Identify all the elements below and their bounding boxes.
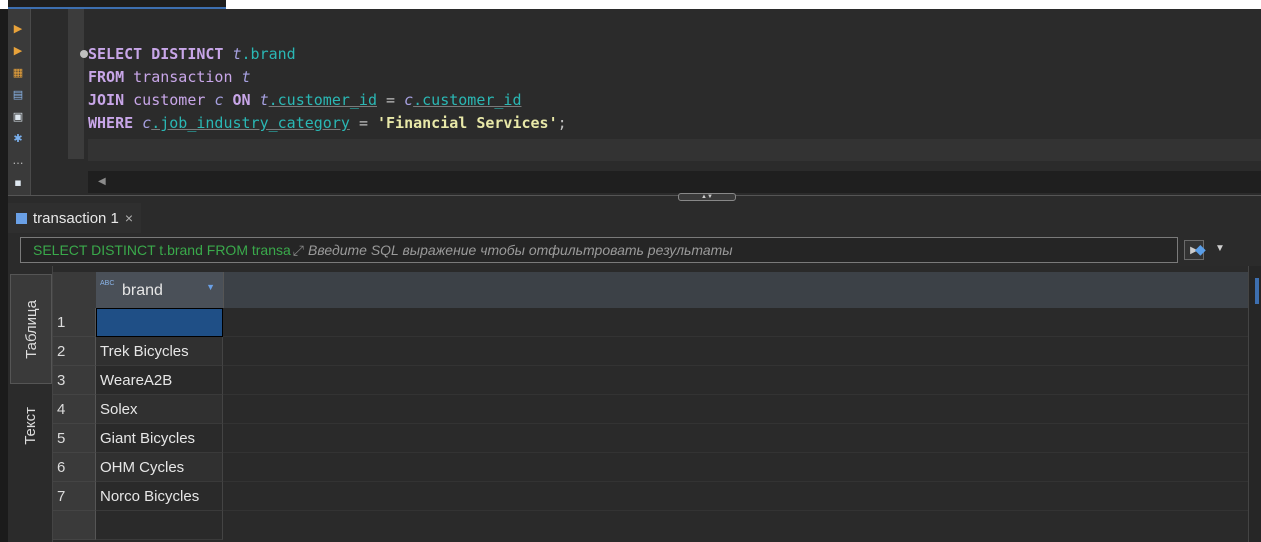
table-row[interactable]: 2 Trek Bicycles [53,337,1249,366]
table-row[interactable]: 7 Norco Bicycles [53,482,1249,511]
view-mode-tabs: Таблица Текст [8,266,52,542]
editor-gutter [68,9,84,159]
sql-line-4: WHERE c.job_industry_category = 'Financi… [88,114,567,132]
file-icon[interactable]: ▪ [12,177,24,189]
sql-line-1: SELECT DISTINCT t.brand [88,45,296,63]
table-cell[interactable]: OHM Cycles [96,453,223,482]
table-cell[interactable]: Trek Bicycles [96,337,223,366]
filter-field[interactable]: SELECT DISTINCT t.brand FROM transa ⤢ [20,237,1178,263]
tab-table-view[interactable]: Таблица [10,274,52,384]
filter-input[interactable] [305,241,1177,259]
column-header-brand[interactable]: ABC brand ▼ [96,272,224,308]
table-cell[interactable]: Solex [96,395,223,424]
close-icon[interactable]: × [125,210,133,226]
right-panel-rail [1248,266,1261,542]
expand-icon[interactable]: ⤢ [293,242,304,259]
settings-icon[interactable]: ✱ [12,133,24,145]
sql-editor[interactable]: ▶ ▶ ▦ ▤ ▣ ✱ … ▪ SELECT DISTINCT t.brand F… [8,9,1261,195]
execute-script-icon[interactable]: ▦ [12,67,24,79]
console-icon[interactable]: ▣ [12,111,24,123]
editor-tab[interactable] [8,0,226,9]
editor-toolbar: ▶ ▶ ▦ ▤ ▣ ✱ … ▪ [8,9,31,195]
row-number-header[interactable] [53,272,97,308]
panel-marker[interactable] [1255,278,1259,304]
table-row[interactable]: 1 [53,308,1249,337]
table-cell[interactable] [96,308,223,337]
execute-statement-icon[interactable]: ▶ [12,45,24,57]
table-row[interactable]: 5 Giant Bicycles [53,424,1249,453]
sql-line-3: JOIN customer c ON t.customer_id = c.cus… [88,91,522,109]
chevron-down-icon[interactable]: ▼ [1215,243,1225,254]
table-row[interactable]: 3 WeareA2B [53,366,1249,395]
tab-transaction-1[interactable]: transaction 1 × [8,203,142,233]
horizontal-scrollbar[interactable]: ◀ [88,171,1261,193]
current-line-highlight [88,139,1261,161]
table-cell[interactable]: Norco Bicycles [96,482,223,511]
results-tabs: transaction 1 × [8,201,1261,235]
top-strip [0,0,1261,9]
empty-row [53,511,1249,540]
sql-code[interactable]: SELECT DISTINCT t.brand FROM transaction … [88,43,567,135]
clear-filter-icon[interactable]: ◆ [1195,241,1206,258]
more-icon[interactable]: … [12,155,24,167]
sort-icon[interactable]: ▼ [206,282,215,292]
results-grid[interactable]: ABC brand ▼ 1 2 Trek Bicycles 3 WeareA2B… [52,266,1249,542]
tab-label: transaction 1 [33,209,119,227]
table-cell[interactable]: WeareA2B [96,366,223,395]
statement-marker-icon [80,50,88,58]
filter-bar: SELECT DISTINCT t.brand FROM transa ⤢ ▶ … [8,236,1261,266]
sql-line-2: FROM transaction t [88,68,251,86]
explain-plan-icon[interactable]: ▤ [12,89,24,101]
table-row[interactable]: 6 OHM Cycles [53,453,1249,482]
table-row[interactable]: 4 Solex [53,395,1249,424]
tab-text-view[interactable]: Текст [10,386,50,466]
column-header-row: ABC brand ▼ [53,272,1249,308]
string-type-icon: ABC [100,280,115,287]
splitter-grip-icon[interactable]: ▲▼ [678,193,736,201]
left-edge [0,9,8,542]
table-icon [16,212,27,224]
filter-sql-preview: SELECT DISTINCT t.brand FROM transa [33,242,291,258]
scroll-left-icon[interactable]: ◀ [98,176,106,187]
execute-icon[interactable]: ▶ [12,23,24,35]
table-cell[interactable]: Giant Bicycles [96,424,223,453]
